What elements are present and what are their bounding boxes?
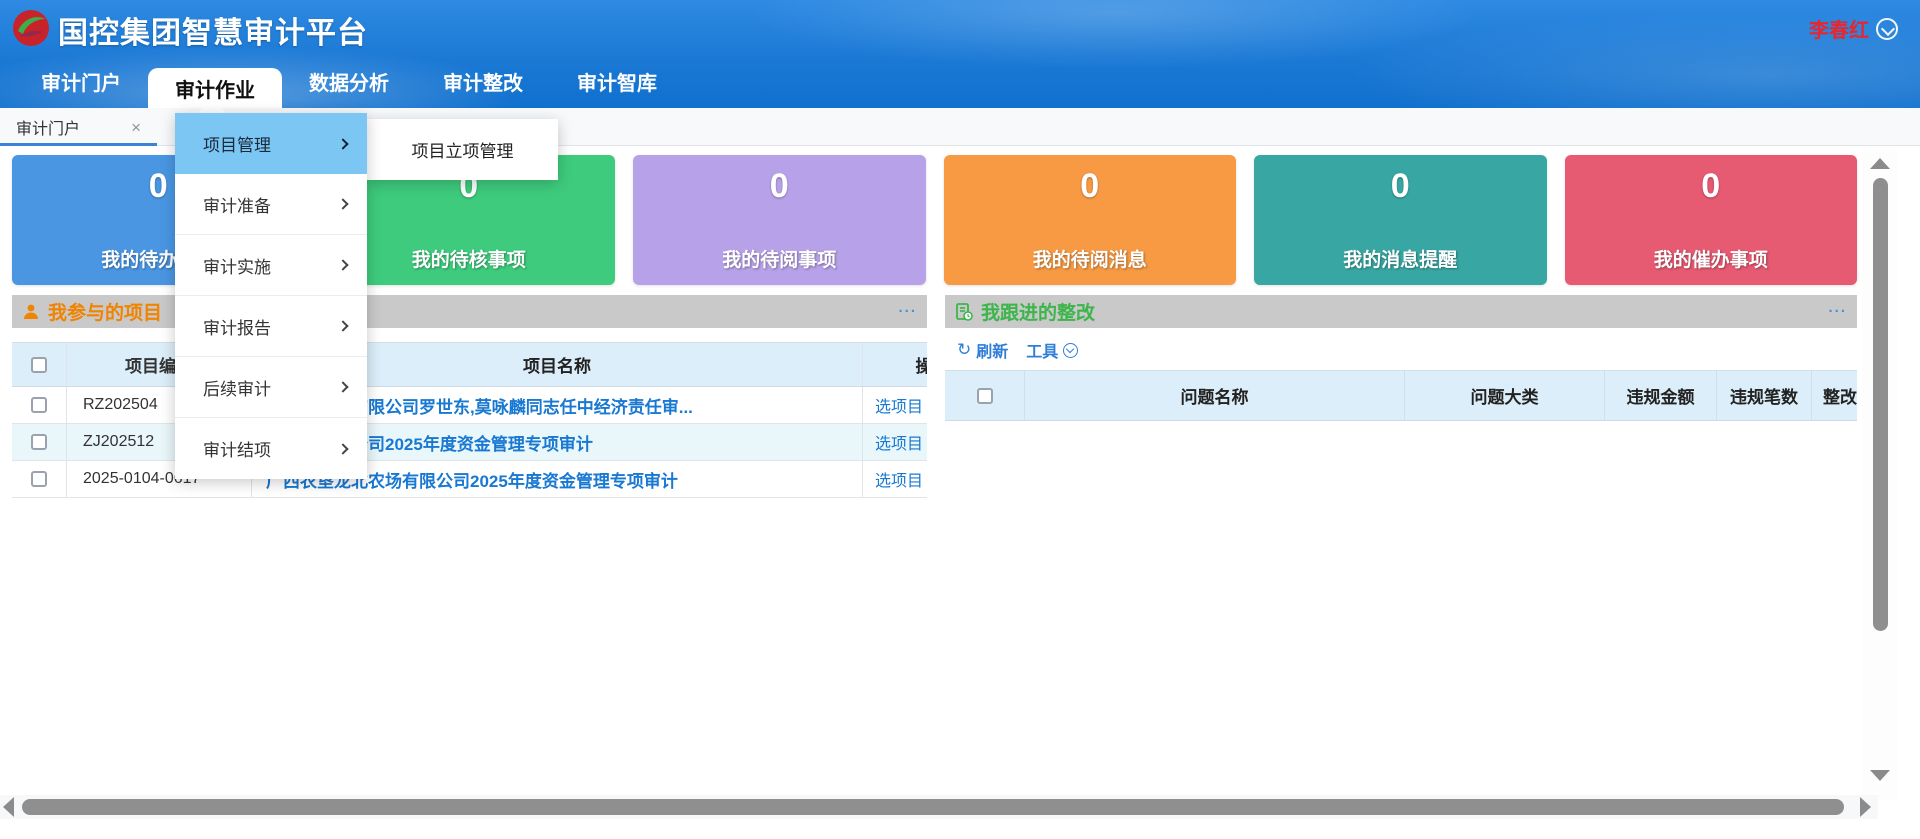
card-to-read-messages[interactable]: 0 我的待阅消息 — [944, 155, 1237, 285]
col-violation-count: 违规笔数 — [1717, 371, 1812, 420]
page-title: 国控集团智慧审计平台 — [58, 8, 368, 52]
table-row[interactable]: ZJ202512 业管理有限公司2025年度资金管理专项审计 选项目 — [12, 424, 927, 461]
menu-item-audit-preparation[interactable]: 审计准备 — [175, 174, 367, 235]
select-all-checkbox[interactable] — [31, 357, 47, 373]
table-header-row: 项目编号 项目名称 操作 — [12, 343, 927, 387]
card-value: 0 — [633, 167, 926, 206]
scroll-up-arrow-icon[interactable] — [1870, 158, 1890, 169]
card-urging-items[interactable]: 0 我的催办事项 — [1565, 155, 1858, 285]
panel-my-projects: 我参与的项目 ... 项目编号 项目名称 操作 RZ202504 垦企业管理有限… — [12, 295, 927, 790]
row-checkbox[interactable] — [31, 397, 47, 413]
vertical-scrollbar[interactable] — [1862, 150, 1898, 800]
nav-item-audit-knowledge[interactable]: 审计智库 — [550, 55, 684, 108]
table-row[interactable]: RZ202504 垦企业管理有限公司罗世东,莫咏麟同志任中经济责任审... 选项… — [12, 387, 927, 424]
chevron-right-icon — [337, 381, 348, 392]
app-logo-icon — [12, 9, 50, 47]
card-label: 我的待阅事项 — [633, 245, 926, 272]
chevron-down-icon — [1063, 343, 1078, 358]
submenu-item-project-initiation[interactable]: 项目立项管理 — [367, 119, 558, 180]
tools-label: 工具 — [1026, 338, 1058, 362]
table-row[interactable]: 2025-0104-0617 广西农垦龙北农场有限公司2025年度资金管理专项审… — [12, 461, 927, 498]
card-value: 0 — [1254, 167, 1547, 206]
menu-item-label: 审计准备 — [203, 192, 271, 217]
row-checkbox[interactable] — [31, 434, 47, 450]
col-violation-amount: 违规金额 — [1605, 371, 1717, 420]
nav-item-data-analysis[interactable]: 数据分析 — [282, 55, 416, 108]
panel-header: 我参与的项目 ... — [12, 295, 927, 328]
card-label: 我的待阅消息 — [944, 245, 1237, 272]
table-header-row: 问题名称 问题大类 违规金额 违规笔数 整改超期 — [945, 371, 1857, 421]
vertical-scrollbar-thumb[interactable] — [1873, 178, 1888, 631]
chevron-right-icon — [337, 198, 348, 209]
refresh-label: 刷新 — [976, 338, 1008, 362]
menu-item-label: 项目管理 — [203, 131, 271, 156]
nav-item-audit-portal[interactable]: 审计门户 — [14, 55, 148, 108]
select-project-link[interactable]: 选项目 — [875, 430, 923, 454]
document-clock-icon — [955, 303, 973, 321]
menu-item-label: 审计结项 — [203, 436, 271, 461]
horizontal-scrollbar[interactable] — [0, 795, 1878, 819]
menu-item-audit-implementation[interactable]: 审计实施 — [175, 235, 367, 296]
more-options-icon[interactable]: ... — [898, 308, 917, 316]
tab-audit-portal[interactable]: 审计门户 × — [0, 108, 157, 146]
select-all-checkbox[interactable] — [977, 388, 993, 404]
nav-item-audit-rectify[interactable]: 审计整改 — [416, 55, 550, 108]
menu-item-audit-report[interactable]: 审计报告 — [175, 296, 367, 357]
user-menu[interactable]: 李春红 — [1809, 14, 1898, 43]
col-rectify-overdue: 整改超期 — [1812, 371, 1857, 420]
card-value: 0 — [944, 167, 1237, 206]
chevron-right-icon — [337, 259, 348, 270]
rectify-table: 问题名称 问题大类 违规金额 违规笔数 整改超期 — [945, 370, 1857, 421]
select-project-link[interactable]: 选项目 — [875, 393, 923, 417]
tab-label: 审计门户 — [16, 115, 80, 139]
person-icon — [22, 303, 40, 321]
horizontal-scrollbar-thumb[interactable] — [22, 799, 1844, 815]
scroll-left-arrow-icon[interactable] — [3, 797, 14, 817]
col-issue-name: 问题名称 — [1025, 371, 1405, 420]
tools-button[interactable]: 工具 — [1026, 338, 1078, 362]
menu-item-label: 审计报告 — [203, 314, 271, 339]
card-value: 0 — [1565, 167, 1858, 206]
col-action: 操作 — [863, 343, 927, 386]
menu-item-label: 审计实施 — [203, 253, 271, 278]
select-project-link[interactable]: 选项目 — [875, 467, 923, 491]
more-options-icon[interactable]: ... — [1828, 308, 1847, 316]
panel-title: 我跟进的整改 — [981, 298, 1095, 325]
audit-work-dropdown: 项目管理 审计准备 审计实施 审计报告 后续审计 审计结项 — [175, 113, 367, 479]
rectify-toolbar: ↻ 刷新 工具 — [945, 328, 1857, 370]
projects-table: 项目编号 项目名称 操作 RZ202504 垦企业管理有限公司罗世东,莫咏麟同志… — [12, 342, 927, 498]
menu-item-audit-closing[interactable]: 审计结项 — [175, 418, 367, 479]
chevron-right-icon — [337, 320, 348, 331]
refresh-button[interactable]: ↻ 刷新 — [957, 338, 1008, 362]
close-icon[interactable]: × — [131, 119, 141, 136]
refresh-icon: ↻ — [957, 340, 971, 360]
panel-header: 我跟进的整改 ... — [945, 295, 1857, 328]
menu-item-project-management[interactable]: 项目管理 — [175, 113, 367, 174]
card-label: 我的催办事项 — [1565, 245, 1858, 272]
chevron-right-icon — [337, 138, 348, 149]
chevron-right-icon — [337, 443, 348, 454]
row-checkbox[interactable] — [31, 471, 47, 487]
panel-title: 我参与的项目 — [48, 298, 162, 325]
panel-my-rectifications: 我跟进的整改 ... ↻ 刷新 工具 问题名称 问题大类 违规金额 违规笔数 整… — [945, 295, 1857, 790]
card-label: 我的消息提醒 — [1254, 245, 1547, 272]
user-name: 李春红 — [1809, 14, 1869, 43]
scroll-down-arrow-icon[interactable] — [1870, 770, 1890, 781]
menu-item-follow-up-audit[interactable]: 后续审计 — [175, 357, 367, 418]
col-issue-category: 问题大类 — [1405, 371, 1605, 420]
chevron-down-icon — [1876, 18, 1898, 40]
card-to-read-items[interactable]: 0 我的待阅事项 — [633, 155, 926, 285]
main-nav: 审计门户 审计作业 数据分析 审计整改 审计智库 — [14, 55, 684, 108]
scroll-right-arrow-icon[interactable] — [1860, 797, 1871, 817]
menu-item-label: 后续审计 — [203, 375, 271, 400]
card-message-reminders[interactable]: 0 我的消息提醒 — [1254, 155, 1547, 285]
project-management-submenu: 项目立项管理 — [367, 119, 558, 180]
